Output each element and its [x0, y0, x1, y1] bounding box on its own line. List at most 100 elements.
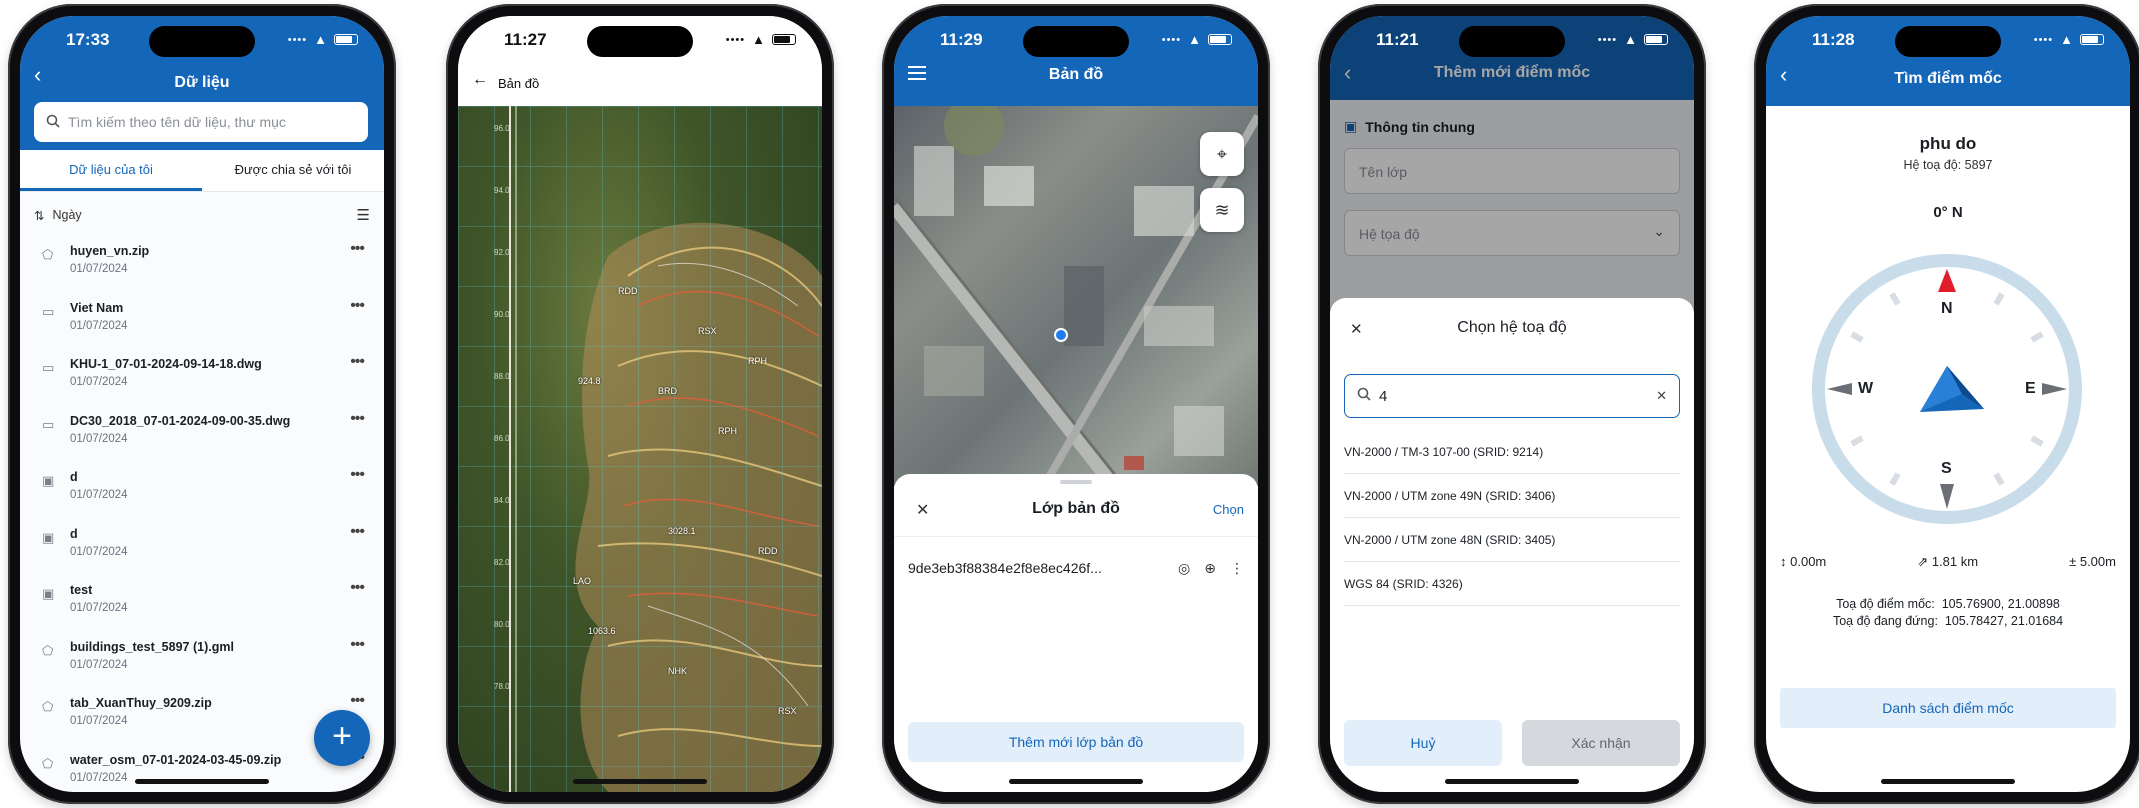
list-item[interactable]: ▭ KHU-1_07-01-2024-09-14-18.dwg 01/07/2024…	[20, 353, 384, 410]
divider	[894, 536, 1258, 537]
dir-n: N	[1941, 300, 1953, 317]
add-button[interactable]: +	[314, 710, 370, 766]
screen: 11:28 •••• ▲ ‹ Tìm điểm mốc phu do Hệ toạ…	[1766, 16, 2130, 792]
dir-s: S	[1941, 460, 1952, 477]
sheet-handle[interactable]	[1060, 480, 1092, 484]
list-item[interactable]: ⬠ huyen_vn.zip 01/07/2024 •••	[20, 240, 384, 297]
confirm-button[interactable]: Xác nhận	[1522, 720, 1680, 766]
item-name: DC30_2018_07-01-2024-09-00-35.dwg	[70, 413, 291, 428]
clear-icon[interactable]: ✕	[1656, 388, 1667, 404]
more-icon[interactable]: •••	[350, 579, 365, 597]
current-location-dot	[1054, 328, 1068, 342]
more-icon[interactable]: ⋮	[1230, 560, 1244, 577]
phone-find-point: 11:28 •••• ▲ ‹ Tìm điểm mốc phu do Hệ toạ…	[1754, 4, 2139, 804]
crs-sheet: ✕ Chọn hệ toạ độ 4 ✕ VN-2000 / TM-3 107-…	[1330, 298, 1694, 792]
page-title: Bản đồ	[498, 76, 540, 91]
layers-button[interactable]: ≋	[1200, 188, 1244, 232]
zoom-in-icon[interactable]: ⊕	[1204, 560, 1216, 577]
map-label: RSX	[778, 706, 797, 716]
locate-button[interactable]: ⌖	[1200, 132, 1244, 176]
altitude-stat: ↕ 0.00m	[1780, 554, 1827, 569]
list-item[interactable]: ⬠ buildings_test_5897 (1).gml 01/07/2024 ••…	[20, 636, 384, 693]
grid-label: 94.0	[494, 186, 510, 195]
topographic-map[interactable]: 96.0 94.0 92.0 90.0 88.0 86.0 84.0 82.0 80.0 78.0…	[458, 106, 822, 792]
crs-search-input[interactable]: 4 ✕	[1344, 374, 1680, 418]
status-time: 17:33	[66, 30, 110, 49]
add-layer-button[interactable]: Thêm mới lớp bản đồ	[908, 722, 1244, 762]
file-icon: ⬠	[42, 247, 54, 262]
cancel-button[interactable]: Huỷ	[1344, 720, 1502, 766]
item-name: d	[70, 526, 78, 541]
dynamic-island	[1895, 26, 2001, 57]
target-icon: ⌖	[1216, 143, 1228, 164]
search-input[interactable]: Tìm kiếm theo tên dữ liệu, thư mục	[34, 102, 368, 142]
tabs: Dữ liệu của tôi Được chia sẻ với tôi	[20, 150, 384, 192]
tab-my-data[interactable]: Dữ liệu của tôi	[20, 150, 202, 191]
more-icon[interactable]: •••	[350, 692, 365, 710]
back-arrow-icon[interactable]: ←	[472, 71, 488, 89]
wifi-icon: ▲	[314, 32, 327, 47]
phone-add-point: 11:21 •••• ▲ ‹ Thêm mới điểm mốc ▣ Thông …	[1318, 4, 1706, 804]
layer-row[interactable]: 9de3eb3f88384e2f8e8ec426f... ◎ ⊕ ⋮	[908, 548, 1244, 588]
more-icon[interactable]: •••	[350, 297, 365, 315]
search-placeholder: Tìm kiếm theo tên dữ liệu, thư mục	[68, 114, 286, 130]
sort-label[interactable]: Ngày	[52, 208, 81, 222]
map-label: NHK	[668, 666, 688, 676]
page-title: Tìm điểm mốc	[1894, 70, 2002, 87]
phone-map-layers: 11:29 •••• ▲ Bản đồ ⌖ ≋ ✕ Lớp bản đồ Chọn	[882, 4, 1270, 804]
more-icon[interactable]: •••	[350, 240, 365, 258]
crs-option[interactable]: VN-2000 / TM-3 107-00 (SRID: 9214)	[1344, 430, 1680, 474]
map-label: LAO	[573, 576, 592, 586]
item-date: 01/07/2024	[70, 489, 128, 501]
crs-option[interactable]: VN-2000 / UTM zone 48N (SRID: 3405)	[1344, 518, 1680, 562]
choose-button[interactable]: Chọn	[1213, 502, 1244, 517]
sheet-title: Lớp bản đồ	[1032, 500, 1120, 517]
coord-point: Toạ độ điểm mốc: 105.76900, 21.00898	[1836, 597, 2060, 611]
search-icon	[1357, 387, 1371, 405]
search-icon	[46, 114, 60, 131]
crs-option[interactable]: VN-2000 / UTM zone 49N (SRID: 3406)	[1344, 474, 1680, 518]
sort-icon[interactable]: ⇅	[34, 208, 44, 223]
more-icon[interactable]: •••	[350, 636, 365, 654]
list-item[interactable]: ▭ DC30_2018_07-01-2024-09-00-35.dwg 01/07/…	[20, 410, 384, 467]
list-item[interactable]: ▣ test 01/07/2024 •••	[20, 579, 384, 636]
grid-label: 84.0	[494, 496, 510, 505]
item-date: 01/07/2024	[70, 263, 128, 275]
point-list-button[interactable]: Danh sách điểm mốc	[1780, 688, 2116, 728]
grid-label: 86.0	[494, 434, 510, 443]
compass: N S W E	[1812, 254, 2082, 524]
coord-current: Toạ độ đang đứng: 105.78427, 21.01684	[1832, 614, 2064, 628]
more-icon[interactable]: •••	[350, 466, 365, 484]
grid-label: 96.0	[494, 124, 510, 133]
item-name: test	[70, 583, 93, 597]
more-icon[interactable]: •••	[350, 410, 365, 428]
home-indicator	[135, 779, 269, 784]
home-indicator	[1445, 779, 1579, 784]
home-indicator	[1881, 779, 2015, 784]
crs-option[interactable]: WGS 84 (SRID: 4326)	[1344, 562, 1680, 606]
tab-shared[interactable]: Được chia sẻ với tôi	[202, 150, 384, 191]
grid-label: 80.0	[494, 620, 510, 629]
point-name: phu do	[1919, 134, 1977, 153]
status-time: 11:28	[1812, 30, 1855, 49]
image-icon: ▣	[42, 473, 55, 488]
list-view-icon[interactable]: ☰	[357, 206, 370, 224]
more-icon[interactable]: •••	[350, 523, 365, 541]
battery-icon	[334, 34, 358, 45]
dir-e: E	[2025, 380, 2036, 397]
item-name: d	[70, 470, 78, 484]
sheet-title: Chọn hệ toạ độ	[1457, 319, 1567, 336]
status-time: 11:21	[1376, 30, 1419, 49]
map-label: 3028.1	[668, 526, 696, 536]
visibility-off-icon[interactable]: ◎	[1178, 560, 1190, 577]
item-name: tab_XuanThuy_9209.zip	[70, 696, 212, 710]
more-icon[interactable]: •••	[350, 353, 365, 371]
screen: 11:29 •••• ▲ Bản đồ ⌖ ≋ ✕ Lớp bản đồ Chọn	[894, 16, 1258, 792]
layer-name: 9de3eb3f88384e2f8e8ec426f...	[908, 560, 1102, 576]
list-item[interactable]: ▣ d 01/07/2024 •••	[20, 523, 384, 580]
map-label: 1063.6	[588, 626, 616, 636]
signal-icon: ••••	[725, 33, 746, 46]
list-item[interactable]: ▭ Viet Nam 01/07/2024 •••	[20, 297, 384, 354]
map-label: RPH	[748, 356, 768, 366]
list-item[interactable]: ▣ d 01/07/2024 •••	[20, 466, 384, 523]
